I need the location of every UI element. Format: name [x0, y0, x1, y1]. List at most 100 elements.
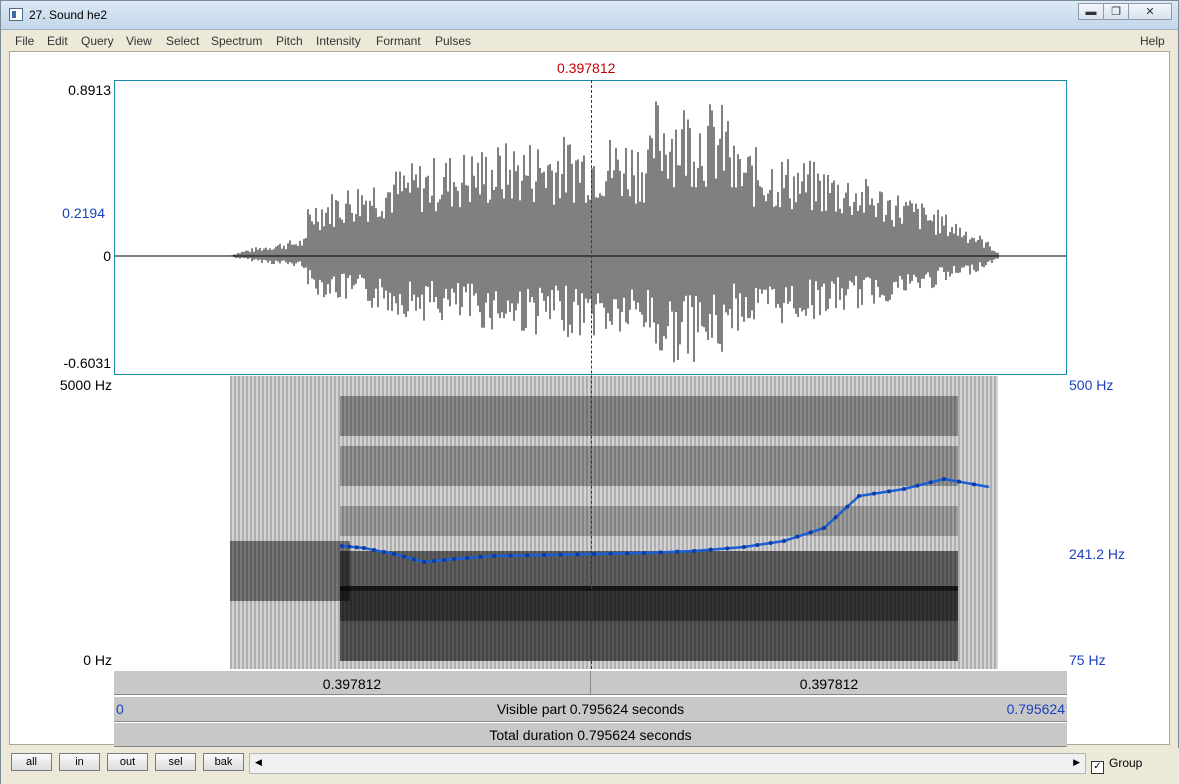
pitch-point	[354, 545, 359, 550]
total-duration-label: Total duration 0.795624 seconds	[489, 727, 692, 743]
horizontal-scrollbar[interactable]: ◀ ▶	[249, 753, 1086, 774]
menu-select[interactable]: Select	[166, 34, 199, 48]
pitch-point	[542, 553, 546, 557]
pitch-point	[972, 482, 976, 487]
group-label: Group	[1109, 756, 1143, 770]
title-bar: 27. Sound he2 ▬ ❐ ✕	[1, 1, 1178, 30]
pitch-point	[675, 549, 680, 554]
pitch-point	[742, 545, 746, 549]
menu-edit[interactable]: Edit	[47, 34, 68, 48]
pitch-point	[768, 541, 773, 545]
checkmark-icon[interactable]: ✓	[1091, 761, 1104, 774]
pitch-point	[915, 483, 920, 488]
zoom-selection-button[interactable]: sel	[155, 753, 196, 771]
pitch-point	[658, 550, 663, 555]
minimize-icon[interactable]: ▬	[1078, 3, 1104, 20]
menu-bar: File Edit Query View Select Spectrum Pit…	[1, 31, 1178, 51]
scroll-left-icon[interactable]: ◀	[255, 757, 262, 768]
pitch-point	[833, 515, 838, 520]
pitch-point	[872, 491, 876, 496]
pitch-top: 500 Hz	[1069, 377, 1114, 393]
praat-sound-window: 27. Sound he2 ▬ ❐ ✕ File Edit Query View…	[0, 0, 1179, 784]
pitch-point	[525, 553, 530, 558]
pitch-point	[592, 552, 596, 556]
spectrogram-low-energy	[230, 541, 350, 601]
time-bar[interactable]: 0.397812 0.397812	[114, 670, 1067, 695]
scroll-right-icon[interactable]: ▶	[1073, 757, 1080, 768]
pitch-point	[725, 546, 730, 551]
pitch-point	[692, 549, 696, 553]
pitch-point	[642, 551, 646, 555]
pitch-point	[492, 554, 496, 558]
pitch-point	[340, 544, 344, 548]
pitch-point	[442, 558, 446, 562]
pitch-point	[575, 552, 580, 557]
pitch-point	[887, 489, 891, 494]
pitch-point	[392, 552, 396, 556]
pitch-point	[902, 487, 906, 491]
cursor-time-label: 0.397812	[557, 60, 616, 76]
zoom-back-button[interactable]: bak	[203, 753, 244, 771]
pitch-point	[625, 551, 630, 556]
visible-part-label: Visible part 0.795624 seconds	[496, 701, 685, 717]
visible-end: 0.795624	[1006, 701, 1065, 717]
pitch-point	[795, 534, 800, 539]
pitch-point	[822, 526, 826, 530]
pitch-point	[347, 544, 352, 549]
pitch-point	[942, 477, 946, 481]
menu-view[interactable]: View	[126, 34, 152, 48]
pitch-bottom: 75 Hz	[1069, 652, 1106, 668]
pitch-point	[708, 547, 713, 552]
menu-file[interactable]: File	[15, 34, 34, 48]
pitch-point	[465, 556, 470, 560]
spec-f-bottom: 0 Hz	[83, 652, 112, 668]
pitch-point	[412, 557, 416, 562]
menu-intensity[interactable]: Intensity	[316, 34, 361, 48]
pitch-point	[845, 504, 850, 509]
pitch-point	[558, 552, 563, 557]
time-bar-left[interactable]: 0.397812	[114, 671, 591, 694]
wave-y-top: 0.8913	[68, 82, 111, 98]
pitch-point	[402, 554, 406, 559]
group-checkbox[interactable]: ✓ Group	[1091, 756, 1142, 774]
pitch-point	[508, 553, 513, 558]
zoom-in-button[interactable]: in	[59, 753, 100, 771]
pitch-point	[372, 548, 376, 552]
visible-part-bar[interactable]: 0 Visible part 0.795624 seconds 0.795624	[114, 696, 1067, 722]
pitch-point	[857, 494, 861, 498]
pitch-point	[957, 479, 961, 484]
wave-y-zero: 0	[103, 248, 111, 264]
zoom-out-button[interactable]: out	[107, 753, 148, 771]
menu-pulses[interactable]: Pulses	[435, 34, 471, 48]
waveform-trace	[231, 101, 999, 363]
wave-y-bottom: -0.6031	[63, 355, 111, 371]
pitch-point	[808, 530, 813, 535]
wave-y-mid: 0.2194	[62, 205, 105, 221]
pitch-point	[755, 543, 760, 547]
menu-spectrum[interactable]: Spectrum	[211, 34, 262, 48]
app-icon	[9, 8, 23, 21]
time-bar-right[interactable]: 0.397812	[591, 671, 1067, 694]
cursor-line	[591, 80, 592, 669]
menu-pitch[interactable]: Pitch	[276, 34, 303, 48]
menu-query[interactable]: Query	[81, 34, 114, 48]
pitch-point	[478, 555, 483, 559]
close-icon[interactable]: ✕	[1128, 3, 1172, 20]
pitch-point	[382, 550, 386, 554]
spectrogram-texture	[230, 376, 998, 669]
zoom-all-button[interactable]: all	[11, 753, 52, 771]
pitch-point	[422, 560, 426, 564]
pitch-point	[782, 539, 786, 543]
pitch-point	[432, 559, 436, 563]
total-duration-bar[interactable]: Total duration 0.795624 seconds	[114, 722, 1067, 747]
pitch-point	[608, 551, 613, 556]
bottom-toolbar: all in out sel bak ◀ ▶ ✓ Group	[1, 748, 1179, 784]
spec-f-top: 5000 Hz	[59, 377, 112, 393]
pitch-point	[362, 546, 366, 550]
pitch-mid: 241.2 Hz	[1069, 546, 1126, 562]
window-title: 27. Sound he2	[29, 8, 108, 22]
menu-help[interactable]: Help	[1140, 34, 1165, 48]
pitch-point	[452, 557, 456, 561]
maximize-icon[interactable]: ❐	[1103, 3, 1129, 20]
menu-formant[interactable]: Formant	[376, 34, 421, 48]
